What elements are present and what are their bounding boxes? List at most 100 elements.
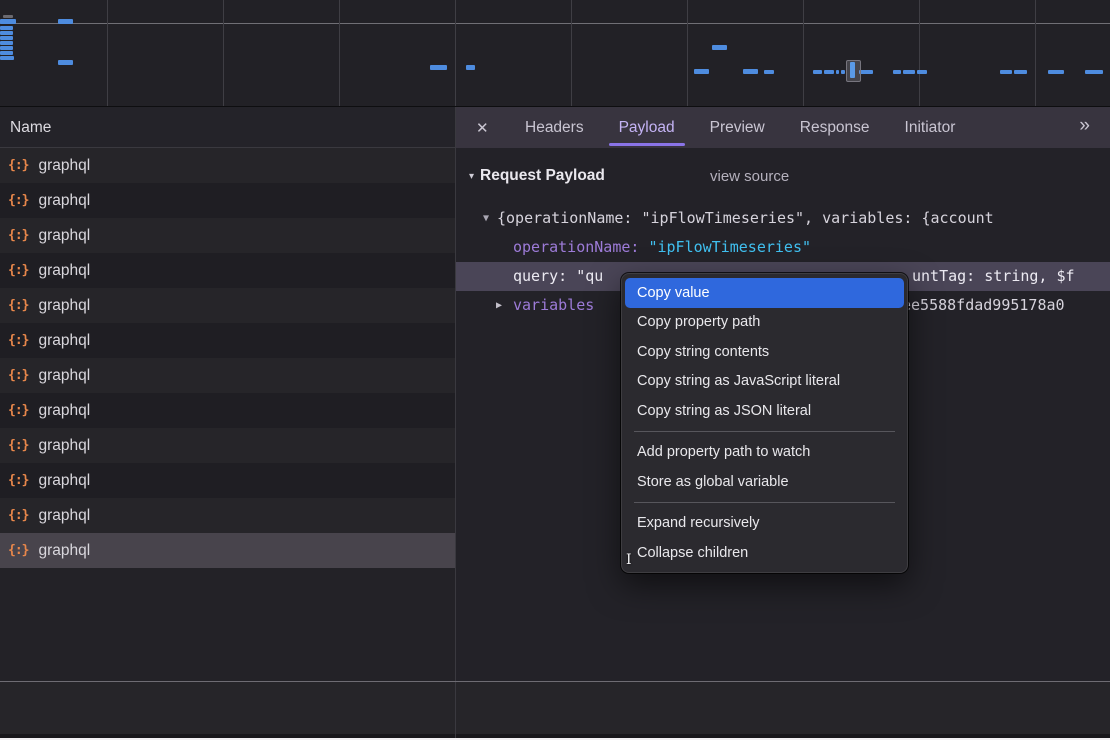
overview-gridline xyxy=(919,0,920,106)
waterfall-bar xyxy=(0,46,13,50)
overview-gridline xyxy=(1035,0,1036,106)
waterfall-bar xyxy=(0,31,13,35)
overview-gridline xyxy=(107,0,108,106)
request-row[interactable]: {:}graphql xyxy=(0,428,455,463)
request-row[interactable]: {:} graphql xyxy=(0,533,455,568)
request-name: graphql xyxy=(38,332,90,350)
request-name: graphql xyxy=(38,192,90,210)
request-name: graphql xyxy=(38,157,90,175)
overview-gridline xyxy=(455,0,456,106)
waterfall-bar xyxy=(1048,70,1064,74)
json-braces-icon: {:} xyxy=(8,543,28,558)
section-title: Request Payload xyxy=(480,167,605,185)
request-row[interactable]: {:} graphql xyxy=(0,358,455,393)
query-property-fragment: query: "qu xyxy=(513,262,603,291)
menu-separator xyxy=(634,502,895,503)
tab-response[interactable]: Response xyxy=(790,107,880,148)
waterfall-bar xyxy=(743,69,758,74)
json-braces-icon: {:} xyxy=(8,158,28,173)
waterfall-bar xyxy=(824,70,834,74)
tab-strip: Headers Payload Preview Response Initiat… xyxy=(515,107,965,148)
more-tabs-icon[interactable]: » xyxy=(1079,115,1088,137)
json-braces-icon: {:} xyxy=(8,228,28,243)
close-icon[interactable]: ✕ xyxy=(476,119,500,137)
request-row[interactable]: {:} graphql xyxy=(0,218,455,253)
waterfall-bar xyxy=(893,70,901,74)
request-row[interactable]: {:}graphql xyxy=(0,323,455,358)
waterfall-bar xyxy=(58,19,73,24)
request-row[interactable]: {:}graphql xyxy=(0,183,455,218)
name-column-label: Name xyxy=(10,119,51,136)
waterfall-bar xyxy=(430,65,447,70)
tab-preview[interactable]: Preview xyxy=(700,107,775,148)
variables-preview-fragment: ee5588fdad995178a0 xyxy=(902,291,1065,320)
waterfall-bar xyxy=(1014,70,1027,74)
tree-row-root[interactable]: ▼ {operationName: "ipFlowTimeseries", va… xyxy=(456,204,1110,233)
menu-item-copy-string-js-literal[interactable]: Copy string as JavaScript literal xyxy=(621,367,908,397)
request-name: graphql xyxy=(38,367,90,385)
waterfall-bar xyxy=(0,19,16,24)
waterfall-bar xyxy=(3,15,13,18)
property-value: "ipFlowTimeseries" xyxy=(648,238,811,256)
menu-item-store-global-variable[interactable]: Store as global variable xyxy=(621,467,908,497)
waterfall-bar xyxy=(1085,70,1103,74)
overview-baseline xyxy=(0,23,1110,24)
request-name: graphql xyxy=(38,472,90,490)
details-tabbar: ✕ Headers Payload Preview Response Initi… xyxy=(456,107,1110,148)
json-braces-icon: {:} xyxy=(8,438,28,453)
json-braces-icon: {:} xyxy=(8,368,28,383)
request-row[interactable]: {:} graphql xyxy=(0,393,455,428)
waterfall-bar xyxy=(859,70,873,74)
expand-caret-icon[interactable]: ▼ xyxy=(483,204,489,233)
tab-initiator[interactable]: Initiator xyxy=(895,107,966,148)
pane-divider[interactable] xyxy=(455,107,456,738)
waterfall-bar xyxy=(0,56,14,60)
context-menu: Copy value Copy property path Copy strin… xyxy=(621,273,908,573)
request-name: graphql xyxy=(38,227,90,245)
tab-payload[interactable]: Payload xyxy=(609,107,685,148)
waterfall-bar xyxy=(1000,70,1012,74)
request-row[interactable]: {:}graphql xyxy=(0,288,455,323)
request-name: graphql xyxy=(38,262,90,280)
tree-row-operation-name[interactable]: operationName: "ipFlowTimeseries" xyxy=(456,233,1110,262)
view-source-link[interactable]: view source xyxy=(710,168,789,185)
request-name: graphql xyxy=(38,542,90,560)
menu-item-expand-recursively[interactable]: Expand recursively xyxy=(621,509,908,539)
waterfall-bar xyxy=(712,45,727,50)
waterfall-bar xyxy=(903,70,915,74)
menu-item-copy-string-contents[interactable]: Copy string contents xyxy=(621,337,908,367)
json-braces-icon: {:} xyxy=(8,473,28,488)
menu-item-copy-string-json-literal[interactable]: Copy string as JSON literal xyxy=(621,396,908,426)
overview-gridline xyxy=(339,0,340,106)
name-column-header[interactable]: Name xyxy=(0,107,455,148)
waterfall-bar xyxy=(0,41,13,45)
waterfall-bar xyxy=(0,51,13,55)
request-list: {:} graphql {:} graphql {:} graphql {:} graphql… xyxy=(0,148,455,568)
menu-item-add-property-path-watch[interactable]: Add property path to watch xyxy=(621,438,908,468)
menu-item-copy-property-path[interactable]: Copy property path xyxy=(621,308,908,338)
property-key: operationName: xyxy=(513,238,639,256)
json-braces-icon: {:} xyxy=(8,263,28,278)
waterfall-bar xyxy=(813,70,822,74)
waterfall-bar xyxy=(764,70,774,74)
request-name: graphql xyxy=(38,402,90,420)
collapsed-caret-icon[interactable]: ▶ xyxy=(496,291,502,320)
selected-request-marker-bar xyxy=(850,62,855,78)
request-row[interactable]: {:} graphql xyxy=(0,253,455,288)
request-row[interactable]: {:} graphql xyxy=(0,148,455,183)
overview-gridline xyxy=(687,0,688,106)
overview-gridline xyxy=(803,0,804,106)
tab-headers[interactable]: Headers xyxy=(515,107,594,148)
request-row[interactable]: {:} graphql xyxy=(0,463,455,498)
text-cursor: I xyxy=(626,552,632,568)
waterfall-bar xyxy=(466,65,475,70)
network-overview-timeline[interactable] xyxy=(0,0,1110,107)
menu-item-collapse-children[interactable]: Collapse children xyxy=(621,538,908,568)
request-payload-section-header[interactable]: ▾ Request Payload view source xyxy=(456,167,1110,197)
requests-pane: Name {:}graphql{:}graphql{:}graphql{:}gr… xyxy=(0,107,455,740)
request-row[interactable]: {:}graphql xyxy=(0,498,455,533)
menu-item-copy-value[interactable]: Copy value xyxy=(625,278,904,308)
json-braces-icon: {:} xyxy=(8,403,28,418)
overview-gridline xyxy=(223,0,224,106)
section-collapse-icon[interactable]: ▾ xyxy=(469,171,474,182)
